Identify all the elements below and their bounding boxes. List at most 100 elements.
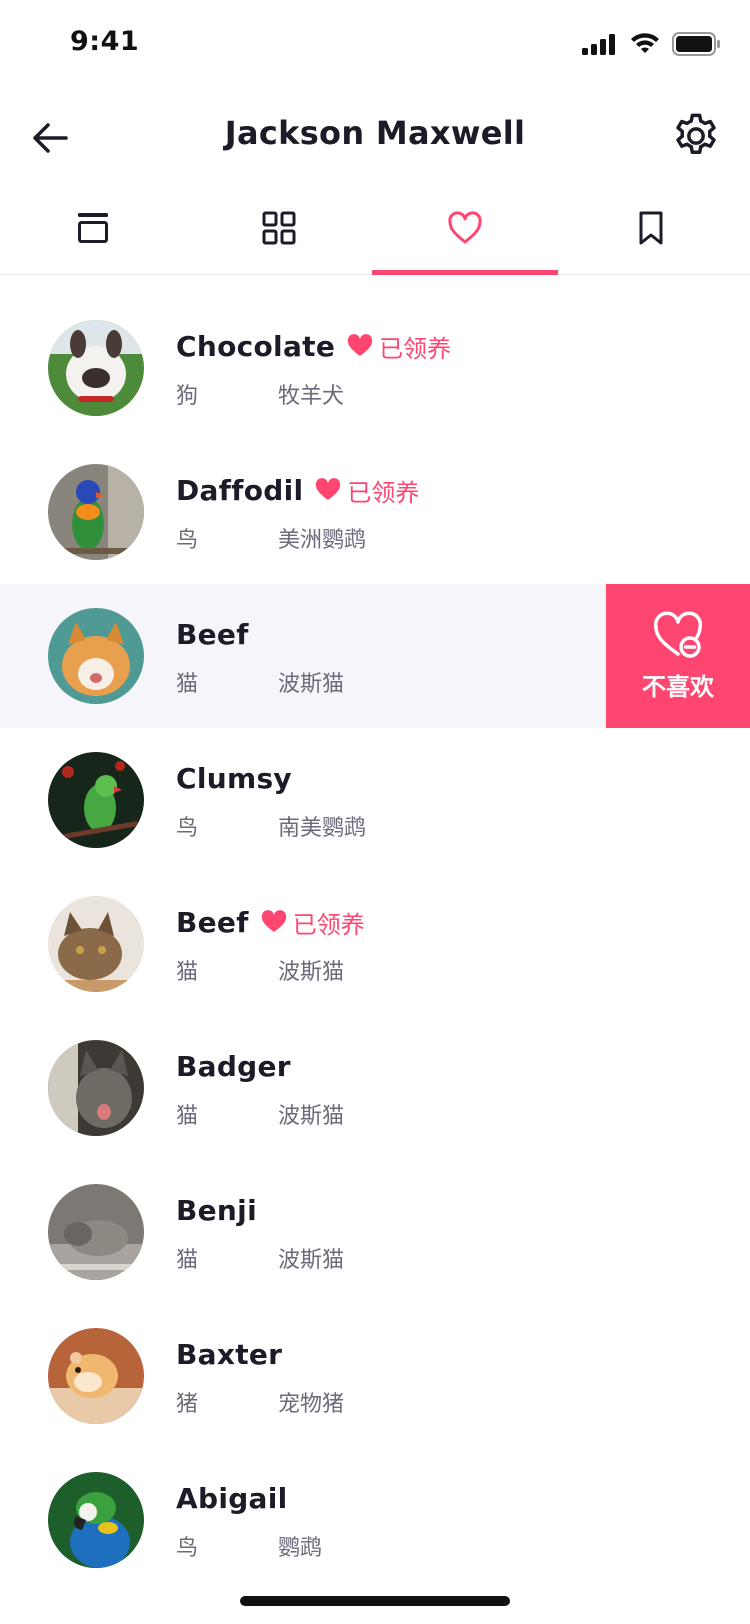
pet-name-line: Chocolate 已领养 [176,326,451,366]
status-time: 9:41 [70,26,140,57]
dog-photo [48,320,144,416]
parrot-photo [48,752,144,848]
list-item[interactable]: Abigail 鸟 鹦鹉 [0,1448,750,1592]
pet-name-line: Beef 已领养 [176,902,365,942]
page-title: Jackson Maxwell [224,114,526,152]
avatar [48,896,144,992]
pet-species: 鸟 [176,528,199,553]
tab-saved[interactable] [558,182,744,274]
pet-name: Beef [176,617,249,651]
list-item[interactable]: Badger 猫 波斯猫 [0,1016,750,1160]
adopted-label: 已领养 [379,334,452,363]
gear-icon [676,113,716,154]
pet-name-line: Abigail [176,1478,288,1518]
bookmark-icon [639,211,663,245]
list-item[interactable]: Clumsy 鸟 南美鹦鹉 [0,728,750,872]
list-item[interactable]: Chocolate 已领养 狗 牧羊犬 [0,296,750,440]
pet-species: 猪 [176,1392,199,1417]
pet-meta: 鸟 鹦鹉 [176,1530,322,1562]
pet-breed: 波斯猫 [278,672,345,697]
cat-photo [48,896,144,992]
parrot-photo [48,464,144,560]
pet-name-line: Clumsy [176,758,292,798]
avatar [48,752,144,848]
status-bar: 9:41 [0,0,750,92]
pet-meta: 猫 波斯猫 [176,1242,344,1274]
pet-breed: 宠物猪 [278,1392,345,1417]
avatar [48,608,144,704]
profile-tabs [0,182,750,275]
list-item-swiped[interactable]: Beef 猫 波斯猫 不喜欢 [0,584,750,728]
pet-name: Beef [176,905,249,939]
pet-name: Clumsy [176,761,292,795]
tab-grid[interactable] [186,182,372,274]
cat-photo [48,608,144,704]
adopted-badge: 已领养 [315,473,419,508]
dislike-label: 不喜欢 [642,672,714,701]
heart-minus-icon [653,611,703,658]
list-item[interactable]: Beef 已领养 猫 波斯猫 [0,872,750,1016]
pet-name-line: Benji [176,1190,257,1230]
pet-species: 鸟 [176,816,199,841]
tab-feed[interactable] [0,182,186,274]
pet-name: Badger [176,1049,291,1083]
pet-meta: 猫 波斯猫 [176,954,344,986]
pet-species: 猫 [176,1104,199,1129]
pet-name: Chocolate [176,329,336,363]
pet-name: Daffodil [176,473,304,507]
hamster-photo [48,1328,144,1424]
heart-filled-icon [316,478,341,500]
pet-name-line: Beef [176,614,249,654]
tab-likes[interactable] [372,182,558,275]
dislike-button[interactable]: 不喜欢 [606,584,750,728]
pet-meta: 猫 波斯猫 [176,666,344,698]
settings-button[interactable] [666,106,726,166]
pet-species: 猫 [176,960,199,985]
macaw-photo [48,1472,144,1568]
cat-photo [48,1040,144,1136]
grid-icon [262,211,296,245]
status-icons [582,32,720,56]
pet-species: 狗 [176,384,199,409]
avatar [48,1184,144,1280]
avatar [48,1040,144,1136]
pet-breed: 鹦鹉 [278,1536,323,1561]
heart-icon [448,211,482,244]
pet-species: 猫 [176,1248,199,1273]
pet-meta: 狗 牧羊犬 [176,378,344,410]
pet-name-line: Baxter [176,1334,282,1374]
header: Jackson Maxwell [0,92,750,182]
adopted-badge: 已领养 [261,905,365,940]
adopted-label: 已领养 [292,910,365,939]
pet-breed: 波斯猫 [278,1104,345,1129]
pet-species: 鸟 [176,1536,199,1561]
pet-breed: 牧羊犬 [278,384,345,409]
adopted-badge: 已领养 [347,329,451,364]
pet-name: Abigail [176,1481,288,1515]
pet-meta: 鸟 美洲鹦鹉 [176,522,366,554]
home-indicator[interactable] [240,1596,510,1606]
adopted-label: 已领养 [347,478,420,507]
avatar [48,1472,144,1568]
list-item[interactable]: Benji 猫 波斯猫 [0,1160,750,1304]
list-item[interactable]: Daffodil 已领养 鸟 美洲鹦鹉 [0,440,750,584]
heart-filled-icon [261,910,286,932]
cat-photo [48,1184,144,1280]
avatar [48,320,144,416]
list-item[interactable]: Baxter 猪 宠物猪 [0,1304,750,1448]
pet-name: Benji [176,1193,257,1227]
avatar [48,1328,144,1424]
pet-name-line: Daffodil 已领养 [176,470,419,510]
pet-breed: 美洲鹦鹉 [278,528,367,553]
pet-name-line: Badger [176,1046,291,1086]
heart-filled-icon [347,334,373,356]
pet-list: Chocolate 已领养 狗 牧羊犬 Daffodil 已领养 鸟 美洲鹦鹉 B… [0,296,750,1592]
pet-name: Baxter [176,1337,283,1371]
pet-breed: 南美鹦鹉 [278,816,367,841]
feed-icon [78,213,108,243]
wifi-icon [631,33,659,53]
pet-meta: 猪 宠物猪 [176,1386,344,1418]
pet-meta: 鸟 南美鹦鹉 [176,810,366,842]
signal-icon [582,34,615,55]
avatar [48,464,144,560]
